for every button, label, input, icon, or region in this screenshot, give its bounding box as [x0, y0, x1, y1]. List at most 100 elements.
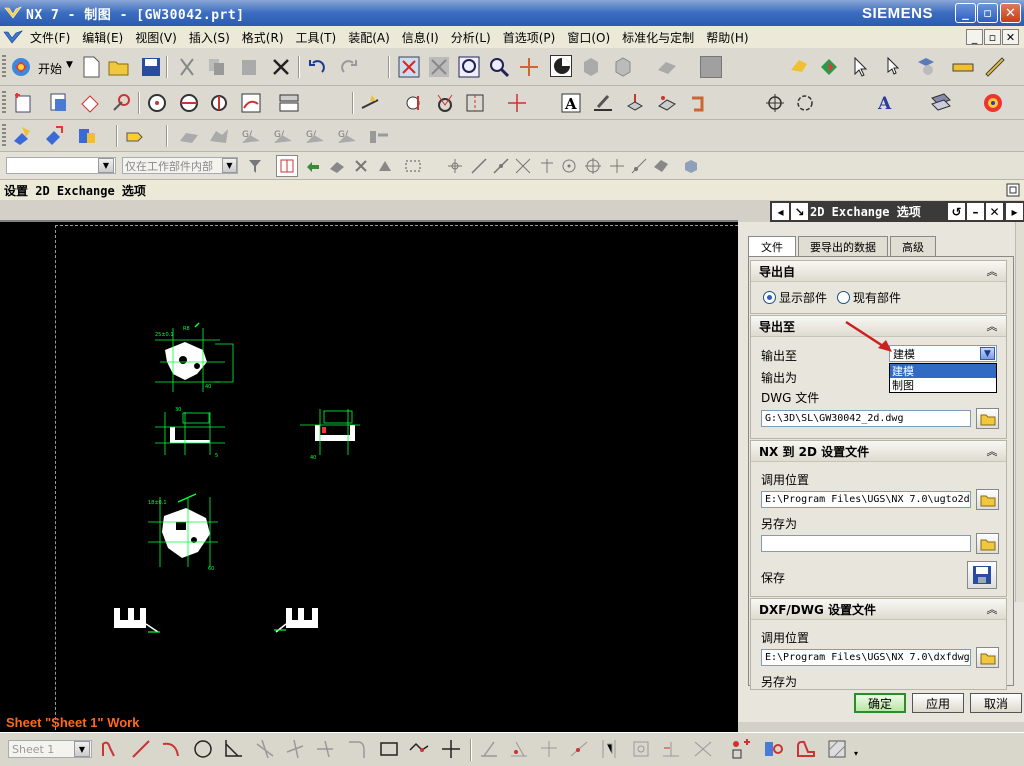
- mdi-restore-button[interactable]: ▫: [984, 29, 1001, 45]
- deselect-icon[interactable]: [914, 56, 936, 78]
- copy-icon[interactable]: [206, 56, 228, 78]
- browse-nx2d-button[interactable]: [976, 489, 999, 510]
- text-style-icon[interactable]: A: [876, 92, 898, 114]
- assembly-add-icon[interactable]: [12, 125, 34, 147]
- browse-save-as-button[interactable]: [976, 533, 999, 554]
- section-header[interactable]: NX 到 2D 设置文件: [751, 441, 1006, 462]
- dialog-minimize-icon[interactable]: –: [967, 203, 984, 220]
- save-settings-button[interactable]: [967, 561, 997, 589]
- toolbar-grip[interactable]: [2, 91, 6, 115]
- snap-face-icon[interactable]: [650, 155, 672, 177]
- dxf-call-location-field[interactable]: E:\Program Files\UGS\NX 7.0\dxfdwg: [761, 649, 971, 666]
- color-palette-icon[interactable]: [982, 92, 1004, 114]
- tab-export-data[interactable]: 要导出的数据: [798, 236, 888, 256]
- snap-3d-icon[interactable]: [680, 155, 702, 177]
- nx2d-save-as-field[interactable]: [761, 535, 971, 552]
- general-filter-icon[interactable]: [276, 155, 298, 177]
- note-icon[interactable]: A: [560, 92, 582, 114]
- polyline-icon[interactable]: [408, 738, 430, 760]
- line-icon[interactable]: [130, 738, 152, 760]
- layer-settings-icon[interactable]: [930, 92, 952, 114]
- redo-icon[interactable]: [338, 56, 360, 78]
- view-dependent-edit-icon[interactable]: [278, 92, 300, 114]
- menu-standardize[interactable]: 标准化与定制: [616, 29, 700, 46]
- menu-analysis[interactable]: 分析(L): [445, 29, 497, 46]
- menu-preferences[interactable]: 首选项(P): [497, 29, 562, 46]
- menu-help[interactable]: 帮助(H): [700, 29, 754, 46]
- background-color-icon[interactable]: [700, 56, 722, 78]
- origin-icon[interactable]: [764, 92, 786, 114]
- half-section-icon[interactable]: [208, 92, 230, 114]
- offset-center-icon[interactable]: [464, 92, 486, 114]
- pin-icon[interactable]: ↘: [791, 203, 808, 220]
- snap-endpoint-icon[interactable]: [444, 155, 466, 177]
- dialog-close-icon[interactable]: ✕: [986, 203, 1003, 220]
- snap-arc-center-icon[interactable]: [536, 155, 558, 177]
- mdi-close-button[interactable]: ✕: [1002, 29, 1019, 45]
- section-header[interactable]: 导出自: [751, 261, 1006, 282]
- zoom-window-icon[interactable]: [458, 56, 480, 78]
- rectangle-icon[interactable]: [378, 738, 400, 760]
- start-dropdown-icon[interactable]: ▼: [66, 60, 73, 70]
- new-file-icon[interactable]: [80, 56, 102, 78]
- open-sheet-icon[interactable]: [48, 92, 70, 114]
- hidden-edge-icon[interactable]: [656, 56, 678, 78]
- fit-icon[interactable]: [398, 56, 420, 78]
- radio-displayed-part[interactable]: 显示部件: [763, 289, 827, 306]
- select-body-icon[interactable]: [374, 155, 396, 177]
- snap-tangent-icon[interactable]: [628, 155, 650, 177]
- assembly-move-icon[interactable]: [76, 125, 98, 147]
- scope-select[interactable]: 仅在工作部件内部: [122, 157, 238, 174]
- ruler-icon[interactable]: [984, 56, 1006, 78]
- reset-filter-icon[interactable]: [302, 155, 324, 177]
- reset-icon[interactable]: ↺: [948, 203, 965, 220]
- datum-feature-icon[interactable]: [624, 92, 646, 114]
- wireframe-icon[interactable]: [612, 56, 634, 78]
- snap-midpoint-icon[interactable]: [468, 155, 490, 177]
- cut-icon[interactable]: [176, 56, 198, 78]
- start-button[interactable]: 开始: [38, 60, 62, 77]
- arc-icon[interactable]: [160, 738, 182, 760]
- collapse-left-icon[interactable]: ◂: [772, 203, 789, 220]
- insert-symbol-icon[interactable]: [730, 738, 752, 760]
- snap-circle-icon[interactable]: [558, 155, 580, 177]
- edit-text-icon[interactable]: [124, 125, 146, 147]
- sketch-overflow-icon[interactable]: ▾: [854, 749, 858, 758]
- scope-dropdown-icon[interactable]: ▼: [222, 158, 237, 173]
- rectangle-select-icon[interactable]: [402, 155, 424, 177]
- collapse-section-icon[interactable]: ︽: [984, 264, 1000, 278]
- circle-icon[interactable]: [192, 738, 214, 760]
- toolbar-grip[interactable]: [2, 55, 6, 79]
- menu-tools[interactable]: 工具(T): [290, 29, 343, 46]
- collapse-section-icon[interactable]: ︽: [984, 444, 1000, 458]
- hatch-icon[interactable]: [826, 738, 848, 760]
- select-face-icon[interactable]: [326, 155, 348, 177]
- dialog-scrollbar[interactable]: [1015, 222, 1024, 602]
- snap-point-icon[interactable]: [818, 56, 840, 78]
- menu-window[interactable]: 窗口(O): [561, 29, 616, 46]
- rotate-icon[interactable]: [550, 55, 572, 77]
- select-filter-icon[interactable]: [788, 56, 810, 78]
- insert-image-icon[interactable]: [762, 738, 784, 760]
- dwg-path-field[interactable]: G:\3D\SL\GW30042_2d.dwg: [761, 410, 971, 427]
- undo-icon[interactable]: [306, 56, 328, 78]
- zoom-icon[interactable]: [428, 56, 450, 78]
- section-view-icon[interactable]: [178, 92, 200, 114]
- collapse-section-icon[interactable]: ︽: [984, 602, 1000, 616]
- snap-control-icon[interactable]: [490, 155, 512, 177]
- new-sheet-icon[interactable]: [12, 92, 34, 114]
- surface-finish-icon[interactable]: [688, 92, 710, 114]
- menu-info[interactable]: 信息(I): [396, 29, 445, 46]
- datum-target-icon[interactable]: [656, 92, 678, 114]
- select-feature-icon[interactable]: [350, 155, 372, 177]
- apply-button[interactable]: 应用: [912, 693, 964, 713]
- snap-point-on-curve-icon[interactable]: [606, 155, 628, 177]
- status-expand-icon[interactable]: [1004, 181, 1022, 199]
- symbolic-thread-icon[interactable]: [404, 92, 426, 114]
- sheet-dropdown-icon[interactable]: ▼: [74, 741, 90, 757]
- save-icon[interactable]: [140, 56, 162, 78]
- feature-control-icon[interactable]: [592, 92, 614, 114]
- nx2d-call-location-field[interactable]: E:\Program Files\UGS\NX 7.0\ugto2d: [761, 491, 971, 508]
- pan-icon[interactable]: [518, 56, 540, 78]
- app-menu-icon[interactable]: [2, 28, 24, 46]
